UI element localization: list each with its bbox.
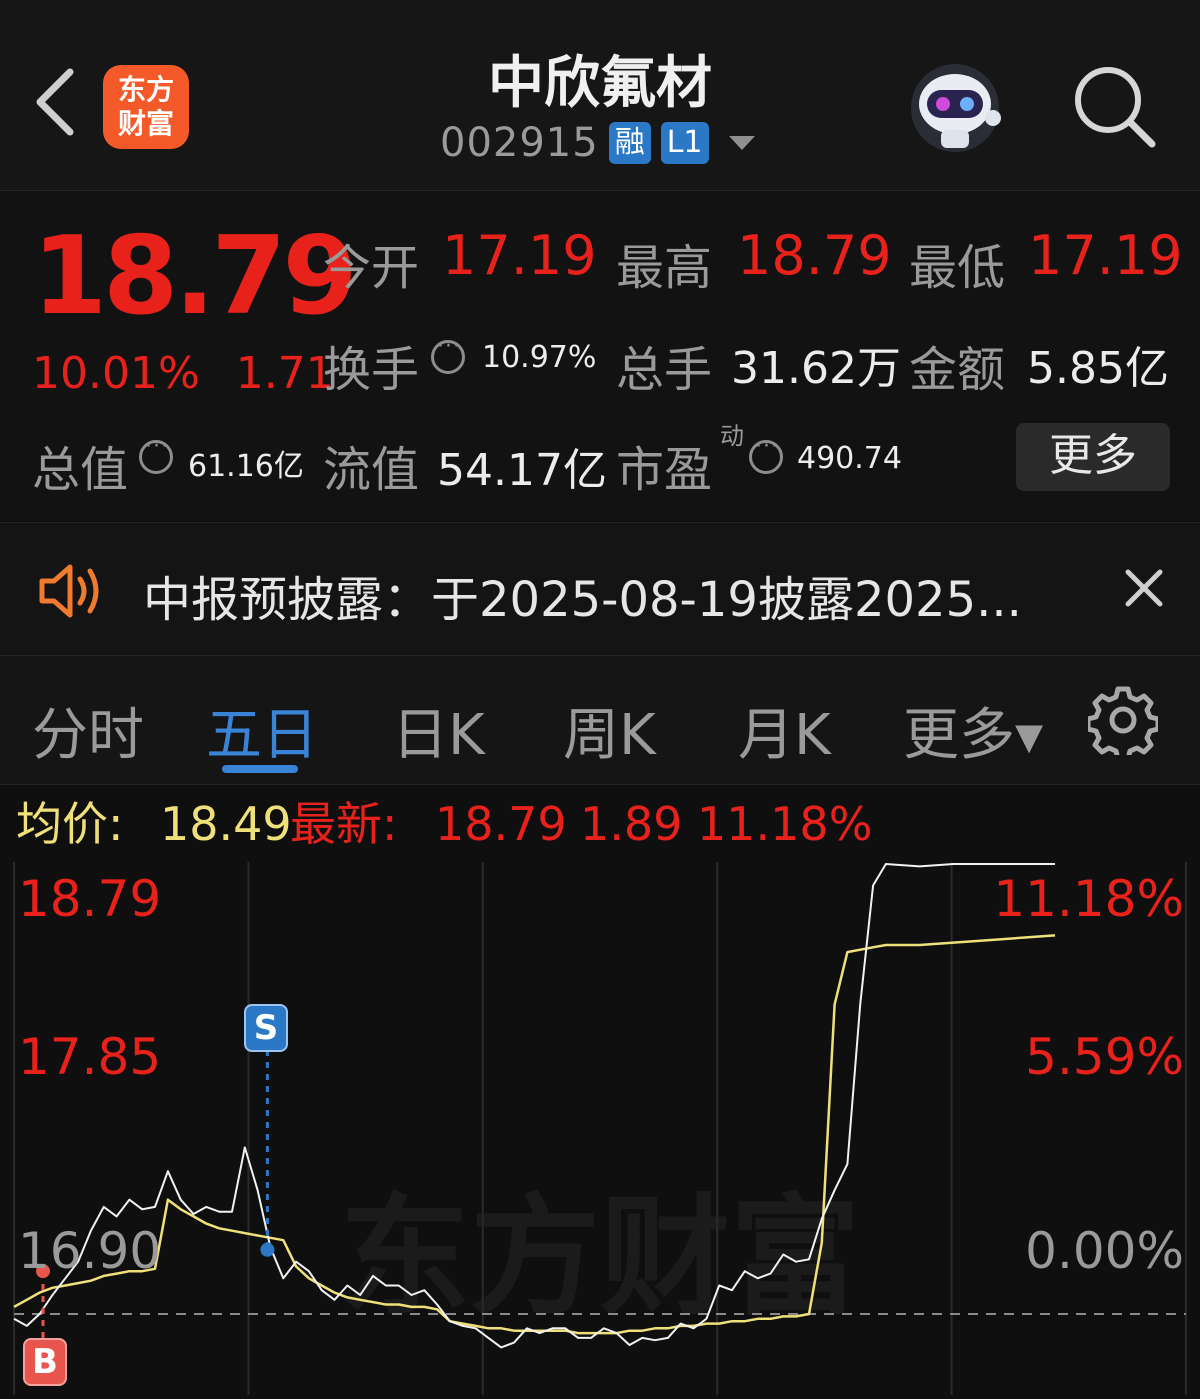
more-info-icon[interactable] — [431, 334, 465, 374]
amount-value: 5.85亿 — [1027, 343, 1169, 394]
turnover-value: 10.97% — [482, 340, 597, 375]
change-amount: 1.71 — [235, 348, 334, 399]
latest-change: 1.89 — [580, 797, 683, 851]
more-info-icon[interactable] — [749, 434, 783, 474]
stock-name: 中欣氟材 — [488, 51, 712, 116]
total-cap-value: 61.16亿 — [188, 449, 304, 484]
tab-weekly-k[interactable]: 周K — [563, 690, 656, 771]
buy-marker[interactable]: B — [23, 1338, 67, 1386]
y-right-label-base: 0.00% — [1025, 1222, 1184, 1280]
search-icon[interactable] — [1070, 62, 1160, 152]
pe-label: 市盈 — [616, 442, 713, 498]
stock-code-row[interactable]: 002915 融 L1 — [440, 120, 755, 166]
y-label-top: 18.79 — [18, 870, 162, 928]
speaker-icon — [39, 564, 99, 618]
open-label: 今开 — [323, 240, 420, 296]
low-value: 17.19 — [1028, 224, 1183, 287]
chevron-down-icon[interactable] — [728, 136, 755, 150]
y-right-label-top: 11.18% — [993, 870, 1184, 928]
low-label: 最低 — [909, 240, 1006, 296]
price-change: 10.01% 1.71 — [32, 348, 334, 399]
turnover-label: 换手 — [323, 342, 420, 398]
high-label: 最高 — [616, 240, 713, 296]
five-day-chart[interactable]: 东方财富 18.79 17.85 16.90 11.18% 5.59% 0.00… — [0, 862, 1200, 1395]
volume-value: 31.62万 — [731, 343, 901, 394]
sell-marker-dot — [260, 1242, 275, 1257]
tab-five-day[interactable]: 五日 — [206, 690, 318, 771]
sell-marker[interactable]: S — [244, 1004, 288, 1052]
latest-label: 最新: — [290, 797, 398, 851]
open-value: 17.19 — [442, 224, 597, 287]
float-cap-label: 流值 — [323, 442, 420, 498]
assistant-robot-icon[interactable] — [905, 58, 1005, 154]
stock-code: 002915 — [440, 120, 599, 166]
total-cap-label: 总值 — [32, 442, 129, 498]
more-info-icon[interactable] — [139, 434, 173, 474]
more-button[interactable]: 更多 — [1016, 423, 1170, 491]
gear-icon[interactable] — [1088, 685, 1158, 755]
price-info-bar: 均价: 18.49 最新: 18.79 1.89 11.18% — [0, 786, 1200, 862]
latest-percent: 11.18% — [697, 797, 873, 851]
tab-daily-k[interactable]: 日K — [392, 690, 485, 771]
tab-more[interactable]: 更多▾ — [903, 690, 1043, 771]
tab-intraday[interactable]: 分时 — [32, 690, 144, 771]
latest-value: 18.79 — [435, 797, 567, 851]
close-icon[interactable] — [1122, 566, 1166, 610]
tab-monthly-k[interactable]: 月K — [738, 690, 831, 771]
y-right-label-mid: 5.59% — [1025, 1028, 1184, 1086]
avg-value: 18.49 — [160, 797, 292, 851]
avg-label: 均价: — [16, 797, 124, 851]
last-price: 18.79 — [32, 214, 358, 339]
notice-text: 中报预披露：于2025-08-19披露2025... — [143, 572, 1022, 628]
pe-superscript: 动 — [720, 422, 744, 450]
y-label-base: 16.90 — [18, 1222, 162, 1280]
volume-label: 总手 — [616, 342, 713, 398]
float-cap-value: 54.17亿 — [437, 445, 607, 496]
pe-value: 490.74 — [797, 441, 902, 476]
high-value: 18.79 — [737, 224, 892, 287]
change-percent: 10.01% — [32, 348, 200, 399]
y-label-mid: 17.85 — [18, 1028, 162, 1086]
margin-tag: 融 — [608, 122, 651, 164]
amount-label: 金额 — [909, 342, 1006, 398]
level-tag: L1 — [660, 122, 709, 164]
chart-canvas: 东方财富 — [13, 862, 1187, 1395]
active-tab-indicator — [222, 765, 298, 773]
